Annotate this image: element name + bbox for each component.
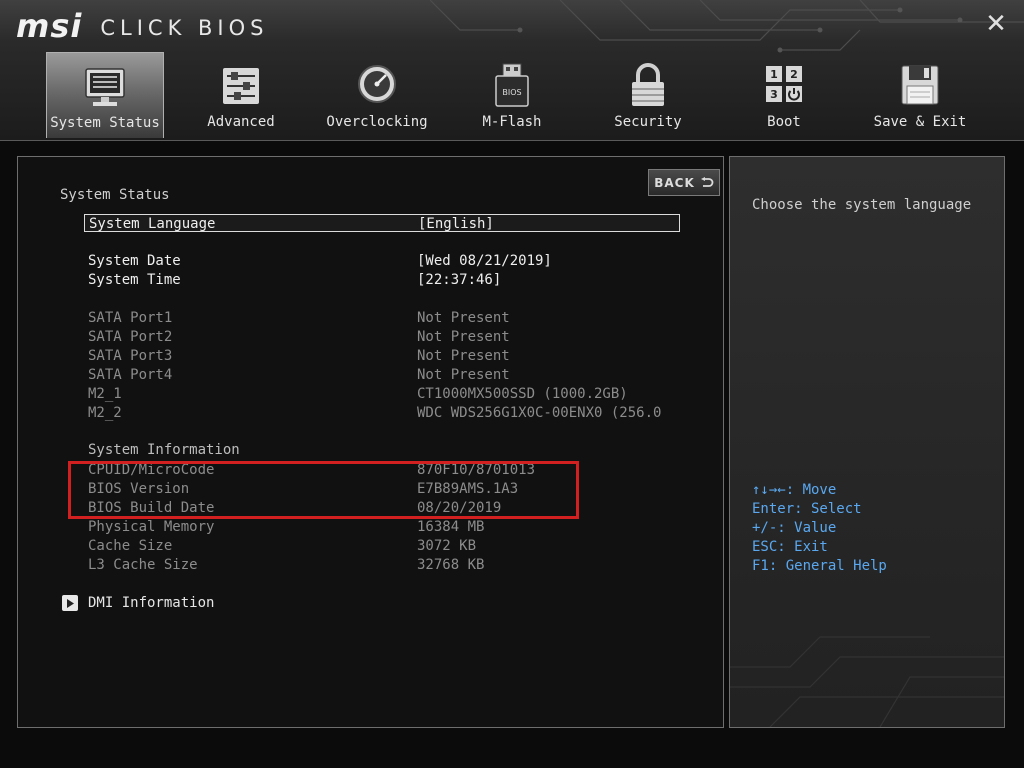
info-label: Cache Size <box>88 538 173 554</box>
sliders-icon <box>223 68 259 104</box>
info-row-cache-size: Cache Size 3072 KB <box>88 537 684 555</box>
tab-advanced[interactable]: Advanced <box>182 52 300 138</box>
key-exit: ESC: Exit <box>752 539 828 555</box>
info-value: 32768 KB <box>417 557 485 573</box>
close-icon: ✕ <box>985 9 1007 39</box>
info-label: SATA Port3 <box>88 348 173 364</box>
back-button[interactable]: BACK <box>648 169 720 196</box>
tab-label: Advanced <box>207 114 275 130</box>
boot-digit: 3 <box>770 88 778 101</box>
back-label: BACK <box>654 175 695 190</box>
info-value: CT1000MX500SSD (1000.2GB) <box>417 386 628 402</box>
setting-system-date[interactable]: System Date [Wed 08/21/2019] <box>88 252 684 270</box>
dmi-information-link[interactable]: DMI Information <box>62 595 214 611</box>
setting-label: System Date <box>88 253 181 269</box>
info-row-sata-port2: SATA Port2 Not Present <box>88 328 684 346</box>
key-value: +/-: Value <box>752 520 837 536</box>
info-label: M2_2 <box>88 405 122 421</box>
tab-label: Security <box>614 114 682 130</box>
info-value: E7B89AMS.1A3 <box>417 481 519 497</box>
tab-label: Boot <box>767 114 801 130</box>
msi-logo: msi <box>16 7 83 45</box>
close-button[interactable]: ✕ <box>982 10 1010 38</box>
return-arrow-icon <box>700 176 714 187</box>
help-description: Choose the system language <box>752 197 972 213</box>
bios-chip-text: BIOS <box>502 88 521 97</box>
dmi-label: DMI Information <box>88 595 215 611</box>
info-row-cpuid: CPUID/MicroCode 870F10/8701013 <box>88 461 684 479</box>
tab-label: M-Flash <box>482 114 542 130</box>
boot-digit: 2 <box>790 68 798 81</box>
info-label: SATA Port1 <box>88 310 173 326</box>
page-title: System Status <box>60 187 170 203</box>
info-label: SATA Port4 <box>88 367 173 383</box>
info-value: 08/20/2019 <box>417 500 502 516</box>
info-row-sata-port1: SATA Port1 Not Present <box>88 309 684 327</box>
info-label: BIOS Version <box>88 481 190 497</box>
info-value: 3072 KB <box>417 538 477 554</box>
info-label: CPUID/MicroCode <box>88 462 215 478</box>
tab-label: Save & Exit <box>873 114 967 130</box>
info-label: Physical Memory <box>88 519 215 535</box>
key-general-help: F1: General Help <box>752 558 887 574</box>
boot-digit: 1 <box>770 68 778 81</box>
info-row-m2-1: M2_1 CT1000MX500SSD (1000.2GB) <box>88 385 684 403</box>
tab-label: System Status <box>50 115 160 131</box>
info-value: 870F10/8701013 <box>417 462 536 478</box>
info-row-l3-cache-size: L3 Cache Size 32768 KB <box>88 556 684 574</box>
info-row-m2-2: M2_2 WDC WDS256G1X0C-00ENX0 (256.0 <box>88 404 684 422</box>
key-select: Enter: Select <box>752 501 862 517</box>
click-bios-title: CLICK BIOS <box>100 16 269 40</box>
info-value: Not Present <box>417 367 510 383</box>
info-row-sata-port3: SATA Port3 Not Present <box>88 347 684 365</box>
tab-m-flash[interactable]: BIOS M-Flash <box>453 52 571 138</box>
monitor-icon <box>85 68 125 106</box>
lock-icon <box>632 63 664 106</box>
setting-label: System Time <box>88 272 181 288</box>
tab-system-status[interactable]: System Status <box>46 52 164 138</box>
system-information-heading: System Information <box>88 442 240 458</box>
tab-security[interactable]: Security <box>589 52 707 138</box>
info-value: Not Present <box>417 329 510 345</box>
key-legend: ↑↓→←: Move Enter: Select +/-: Value ESC:… <box>752 481 887 576</box>
floppy-disk-icon <box>901 65 939 105</box>
submenu-arrow-icon <box>62 595 78 611</box>
info-value: Not Present <box>417 348 510 364</box>
key-move: ↑↓→←: Move <box>752 482 837 498</box>
setting-system-language[interactable]: System Language [English] <box>84 214 680 232</box>
setting-value: [Wed 08/21/2019] <box>417 253 552 269</box>
setting-value: [22:37:46] <box>417 272 502 288</box>
boot-order-icon: 1 2 3 <box>766 66 802 102</box>
setting-system-time[interactable]: System Time [22:37:46] <box>88 271 684 289</box>
usb-bios-icon: BIOS <box>495 63 529 107</box>
main-panel: System Status BACK System Language [Engl… <box>17 156 724 728</box>
info-label: L3 Cache Size <box>88 557 198 573</box>
info-row-physical-memory: Physical Memory 16384 MB <box>88 518 684 536</box>
setting-value: [English] <box>418 216 494 232</box>
info-label: SATA Port2 <box>88 329 173 345</box>
gauge-icon <box>358 65 396 103</box>
tab-label: Overclocking <box>326 114 428 130</box>
tab-boot[interactable]: 1 2 3 Boot <box>725 52 843 138</box>
info-label: M2_1 <box>88 386 122 402</box>
info-value: WDC WDS256G1X0C-00ENX0 (256.0 <box>417 405 662 421</box>
info-row-bios-version: BIOS Version E7B89AMS.1A3 <box>88 480 684 498</box>
top-bar: msi CLICK BIOS ✕ System Status Advanced <box>0 0 1024 141</box>
brand: msi CLICK BIOS <box>16 8 268 42</box>
help-panel: Choose the system language ↑↓→←: Move En… <box>729 156 1005 728</box>
info-value: Not Present <box>417 310 510 326</box>
circuit-pattern <box>730 636 1004 727</box>
setting-label: System Language <box>89 216 216 232</box>
info-row-bios-build-date: BIOS Build Date 08/20/2019 <box>88 499 684 517</box>
info-label: BIOS Build Date <box>88 500 215 516</box>
info-value: 16384 MB <box>417 519 485 535</box>
info-row-sata-port4: SATA Port4 Not Present <box>88 366 684 384</box>
tab-overclocking[interactable]: Overclocking <box>318 52 436 138</box>
tab-save-exit[interactable]: Save & Exit <box>861 52 979 138</box>
